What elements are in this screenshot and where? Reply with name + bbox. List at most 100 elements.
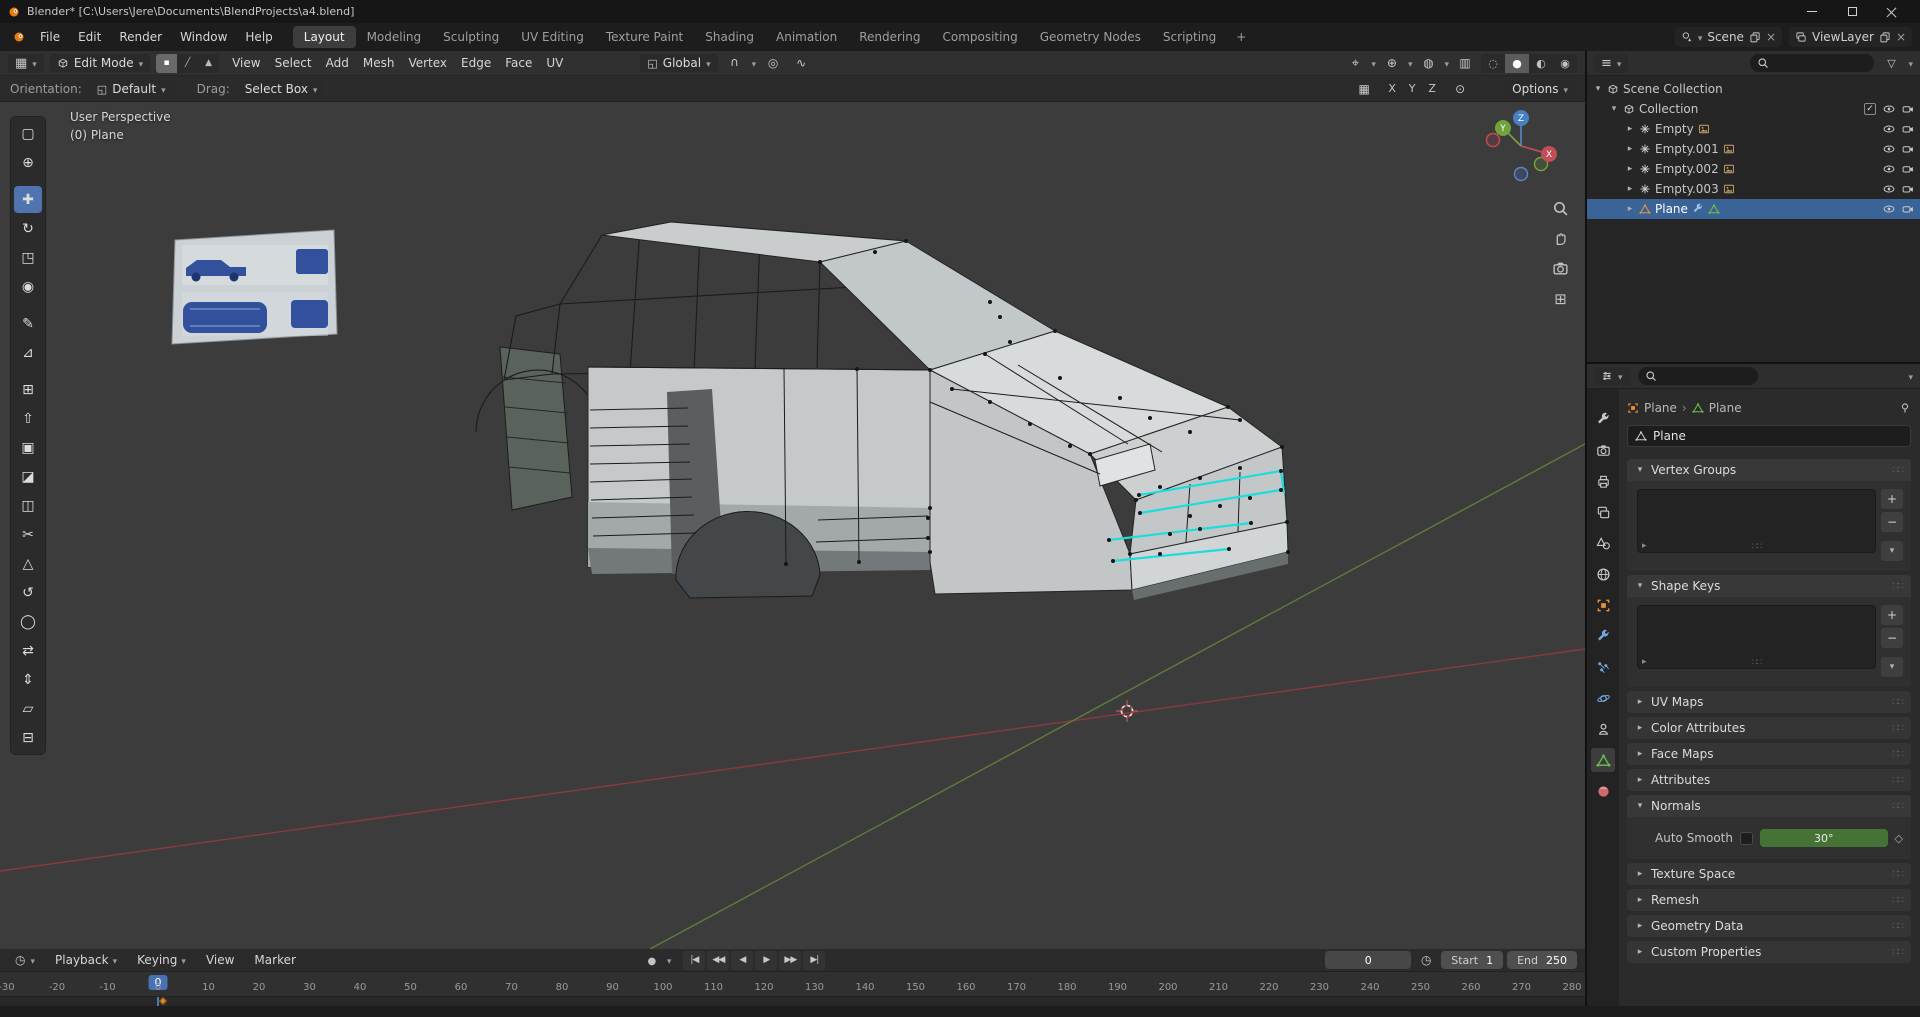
gizmos-toggle-button[interactable] (1381, 53, 1403, 73)
scene-selector[interactable]: Scene (1674, 27, 1782, 47)
outliner-search-input[interactable] (1774, 56, 1868, 70)
eye-icon[interactable] (1883, 123, 1895, 135)
viewport-menu-edge[interactable]: Edge (454, 54, 498, 72)
viewport-canvas[interactable]: User Perspective (0) Plane ▢ ⊕ ✚ ↻ ◳ ◉ ✎ ⊿ ⊞ ⇧ ▣ ◪ ◫… (0, 102, 1585, 949)
keyframe-marker-icon[interactable] (158, 996, 168, 1006)
blender-menu-icon[interactable] (8, 27, 30, 47)
outliner-row-scene-collection[interactable]: ▾ Scene Collection (1587, 79, 1920, 99)
drag-mode-dropdown[interactable]: Select Box (237, 79, 325, 98)
tab-particles[interactable] (1591, 655, 1615, 679)
tool-loop-cut[interactable]: ◫ (14, 492, 42, 519)
add-workspace-button[interactable]: + (1228, 27, 1254, 47)
eye-icon[interactable] (1883, 163, 1895, 175)
add-vertex-group-button[interactable] (1881, 489, 1903, 509)
tab-view-layer[interactable] (1591, 500, 1615, 524)
tool-transform[interactable]: ◉ (14, 273, 42, 300)
section-header-texture-space[interactable]: Texture Space (1627, 863, 1911, 885)
selectability-visibility-button[interactable] (1344, 53, 1366, 73)
frame-start-field[interactable]: Start 1 (1441, 951, 1504, 969)
section-header-uv-maps[interactable]: UV Maps (1627, 691, 1911, 713)
menu-window[interactable]: Window (171, 27, 236, 47)
eye-icon[interactable] (1883, 103, 1895, 115)
vertex-groups-list[interactable] (1637, 489, 1876, 553)
section-header-normals[interactable]: Normals (1627, 795, 1911, 817)
tab-object-data[interactable] (1591, 748, 1615, 772)
tool-annotate[interactable]: ✎ (14, 310, 42, 337)
pan-hand-icon[interactable] (1552, 230, 1569, 247)
outliner-row-empty[interactable]: ▸ Empty (1587, 119, 1920, 139)
camera-icon[interactable] (1902, 123, 1914, 135)
new-scene-icon[interactable] (1749, 31, 1761, 43)
tab-constraints[interactable] (1591, 717, 1615, 741)
vertex-group-specials-button[interactable] (1881, 541, 1903, 561)
workspace-sculpting[interactable]: Sculpting (432, 26, 510, 48)
auto-smooth-angle-slider[interactable]: 30° (1760, 829, 1888, 847)
viewport-menu-select[interactable]: Select (268, 54, 319, 72)
section-header-shape-keys[interactable]: Shape Keys (1627, 575, 1911, 597)
minimize-button[interactable] (1792, 0, 1832, 23)
tab-world[interactable] (1591, 562, 1615, 586)
tool-select-box[interactable]: ▢ (14, 120, 42, 147)
shading-material-button[interactable]: ◐ (1529, 54, 1553, 73)
camera-icon[interactable] (1902, 163, 1914, 175)
section-header-color-attributes[interactable]: Color Attributes (1627, 717, 1911, 739)
face-select-mode[interactable]: ▲ (198, 54, 219, 73)
axis-neg-x[interactable] (1485, 132, 1501, 148)
remove-view-layer-button[interactable] (1896, 30, 1906, 44)
expand-icon[interactable]: ▸ (1625, 144, 1635, 154)
jump-to-start[interactable]: |◀ (683, 950, 706, 970)
timeline-editor-dropdown[interactable] (8, 951, 43, 969)
tab-material[interactable] (1591, 779, 1615, 803)
timeline-menu-marker[interactable]: Marker (245, 950, 304, 970)
shading-solid-button[interactable]: ● (1505, 53, 1529, 73)
properties-editor-dropdown[interactable] (1594, 367, 1630, 385)
tab-object[interactable] (1591, 593, 1615, 617)
workspace-uv-editing[interactable]: UV Editing (510, 26, 595, 48)
tool-add-cube[interactable]: ⊞ (14, 376, 42, 403)
data-name-field[interactable]: Plane (1627, 425, 1911, 447)
car-model[interactable] (475, 221, 1290, 600)
camera-icon[interactable] (1902, 103, 1914, 115)
vertex-select-mode[interactable]: ▪ (156, 53, 178, 73)
expand-icon[interactable]: ▾ (1593, 84, 1603, 94)
jump-to-prev-keyframe[interactable]: ◀◀ (707, 950, 730, 970)
tool-rip-region[interactable]: ⊟ (14, 724, 42, 751)
workspace-texture-paint[interactable]: Texture Paint (595, 26, 694, 48)
breadcrumb-data[interactable]: Plane (1709, 401, 1742, 415)
camera-icon[interactable] (1902, 203, 1914, 215)
remove-vertex-group-button[interactable] (1881, 512, 1903, 532)
outliner-row-empty-002[interactable]: ▸ Empty.002 (1587, 159, 1920, 179)
overlays-toggle-button[interactable] (1417, 53, 1439, 73)
camera-icon[interactable] (1902, 183, 1914, 195)
editor-type-dropdown[interactable] (8, 53, 44, 73)
tool-smooth[interactable]: ◯ (14, 608, 42, 635)
snap-base-icon[interactable] (1449, 79, 1471, 99)
expand-icon[interactable]: ▸ (1625, 124, 1635, 134)
timeline-menu-view[interactable]: View (197, 950, 243, 970)
shading-wireframe-button[interactable]: ◌ (1481, 54, 1505, 73)
list-resize-grip[interactable] (1752, 658, 1761, 668)
auto-keying-button[interactable] (641, 950, 663, 970)
menu-file[interactable]: File (31, 27, 69, 47)
section-header-custom-properties[interactable]: Custom Properties (1627, 941, 1911, 963)
eye-icon[interactable] (1883, 143, 1895, 155)
pin-icon[interactable] (1899, 402, 1911, 414)
viewport-menu-face[interactable]: Face (498, 54, 539, 72)
tool-cursor[interactable]: ⊕ (14, 149, 42, 176)
workspace-animation[interactable]: Animation (765, 26, 848, 48)
tool-scale[interactable]: ◳ (14, 244, 42, 271)
mirror-icon[interactable] (1353, 79, 1375, 99)
tab-physics[interactable] (1591, 686, 1615, 710)
auto-smooth-checkbox[interactable] (1740, 831, 1753, 845)
timeline-menu-keying[interactable]: Keying (128, 950, 195, 970)
list-resize-grip[interactable] (1752, 542, 1761, 552)
section-header-remesh[interactable]: Remesh (1627, 889, 1911, 911)
menu-render[interactable]: Render (110, 27, 171, 47)
menu-help[interactable]: Help (236, 27, 281, 47)
mode-dropdown[interactable]: Edit Mode (49, 54, 151, 72)
workspace-scripting[interactable]: Scripting (1152, 26, 1227, 48)
remove-shape-key-button[interactable] (1881, 628, 1903, 648)
tool-knife[interactable]: ✂ (14, 521, 42, 548)
play-reverse[interactable]: ◀ (731, 950, 754, 970)
tool-inset-faces[interactable]: ▣ (14, 434, 42, 461)
